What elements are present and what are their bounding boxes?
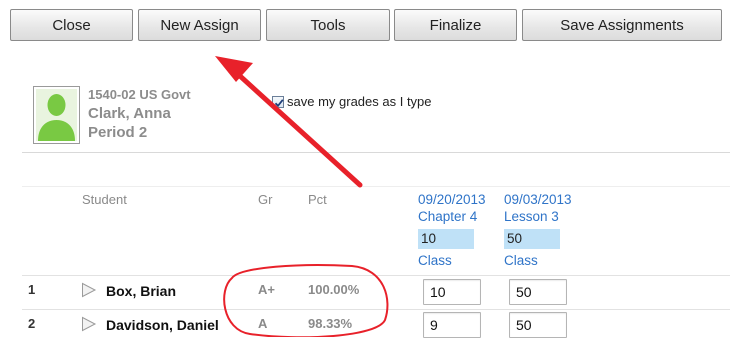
column-header-percent[interactable]: Pct — [308, 192, 327, 207]
row-divider — [22, 309, 730, 310]
save-grades-checkbox[interactable] — [272, 95, 284, 108]
student-name[interactable]: Davidson, Daniel — [106, 317, 219, 333]
save-grades-option[interactable]: save my grades as I type — [272, 94, 432, 109]
teacher-name: Clark, Anna — [88, 105, 171, 122]
save-assignments-button[interactable]: Save Assignments — [522, 9, 722, 41]
student-name[interactable]: Box, Brian — [106, 283, 176, 299]
table-top-divider — [22, 186, 730, 187]
header-divider — [22, 152, 730, 153]
score-input[interactable] — [509, 312, 567, 338]
student-percent: 100.00% — [308, 282, 360, 297]
student-grade: A+ — [258, 282, 275, 297]
assignment-points: 10 — [418, 229, 474, 249]
row-number: 2 — [28, 316, 36, 331]
assignment-name[interactable]: Lesson 3 — [504, 209, 559, 224]
checkmark-icon — [274, 98, 284, 107]
close-button[interactable]: Close — [10, 9, 133, 41]
person-silhouette-icon — [36, 89, 77, 141]
assignment-name[interactable]: Chapter 4 — [418, 209, 477, 224]
column-header-student[interactable]: Student — [82, 192, 127, 207]
new-assign-button[interactable]: New Assign — [138, 9, 261, 41]
triangle-right-icon[interactable] — [81, 316, 97, 332]
annotation-arrow — [237, 73, 363, 188]
course-period: Period 2 — [88, 124, 148, 141]
save-grades-label: save my grades as I type — [287, 94, 432, 109]
course-title: 1540-02 US Govt — [88, 87, 191, 102]
assignment-date[interactable]: 09/03/2013 — [504, 192, 572, 207]
avatar — [33, 86, 80, 144]
score-input[interactable] — [423, 312, 481, 338]
toolbar: Close New Assign Tools Finalize Save Ass… — [0, 0, 730, 44]
score-input[interactable] — [423, 279, 481, 305]
column-header-grade[interactable]: Gr — [258, 192, 272, 207]
assignment-type[interactable]: Class — [504, 253, 538, 268]
finalize-button[interactable]: Finalize — [394, 9, 517, 41]
student-grade: A — [258, 316, 268, 331]
assignment-date[interactable]: 09/20/2013 — [418, 192, 486, 207]
assignment-type[interactable]: Class — [418, 253, 452, 268]
annotation-arrowhead — [215, 56, 253, 82]
score-input[interactable] — [509, 279, 567, 305]
tools-button[interactable]: Tools — [266, 9, 390, 41]
row-divider — [22, 275, 730, 276]
assignment-points: 50 — [504, 229, 560, 249]
student-percent: 98.33% — [308, 316, 353, 331]
row-number: 1 — [28, 282, 36, 297]
triangle-right-icon[interactable] — [81, 282, 97, 298]
course-info: 1540-02 US Govt Clark, Anna Period 2 — [88, 86, 191, 142]
